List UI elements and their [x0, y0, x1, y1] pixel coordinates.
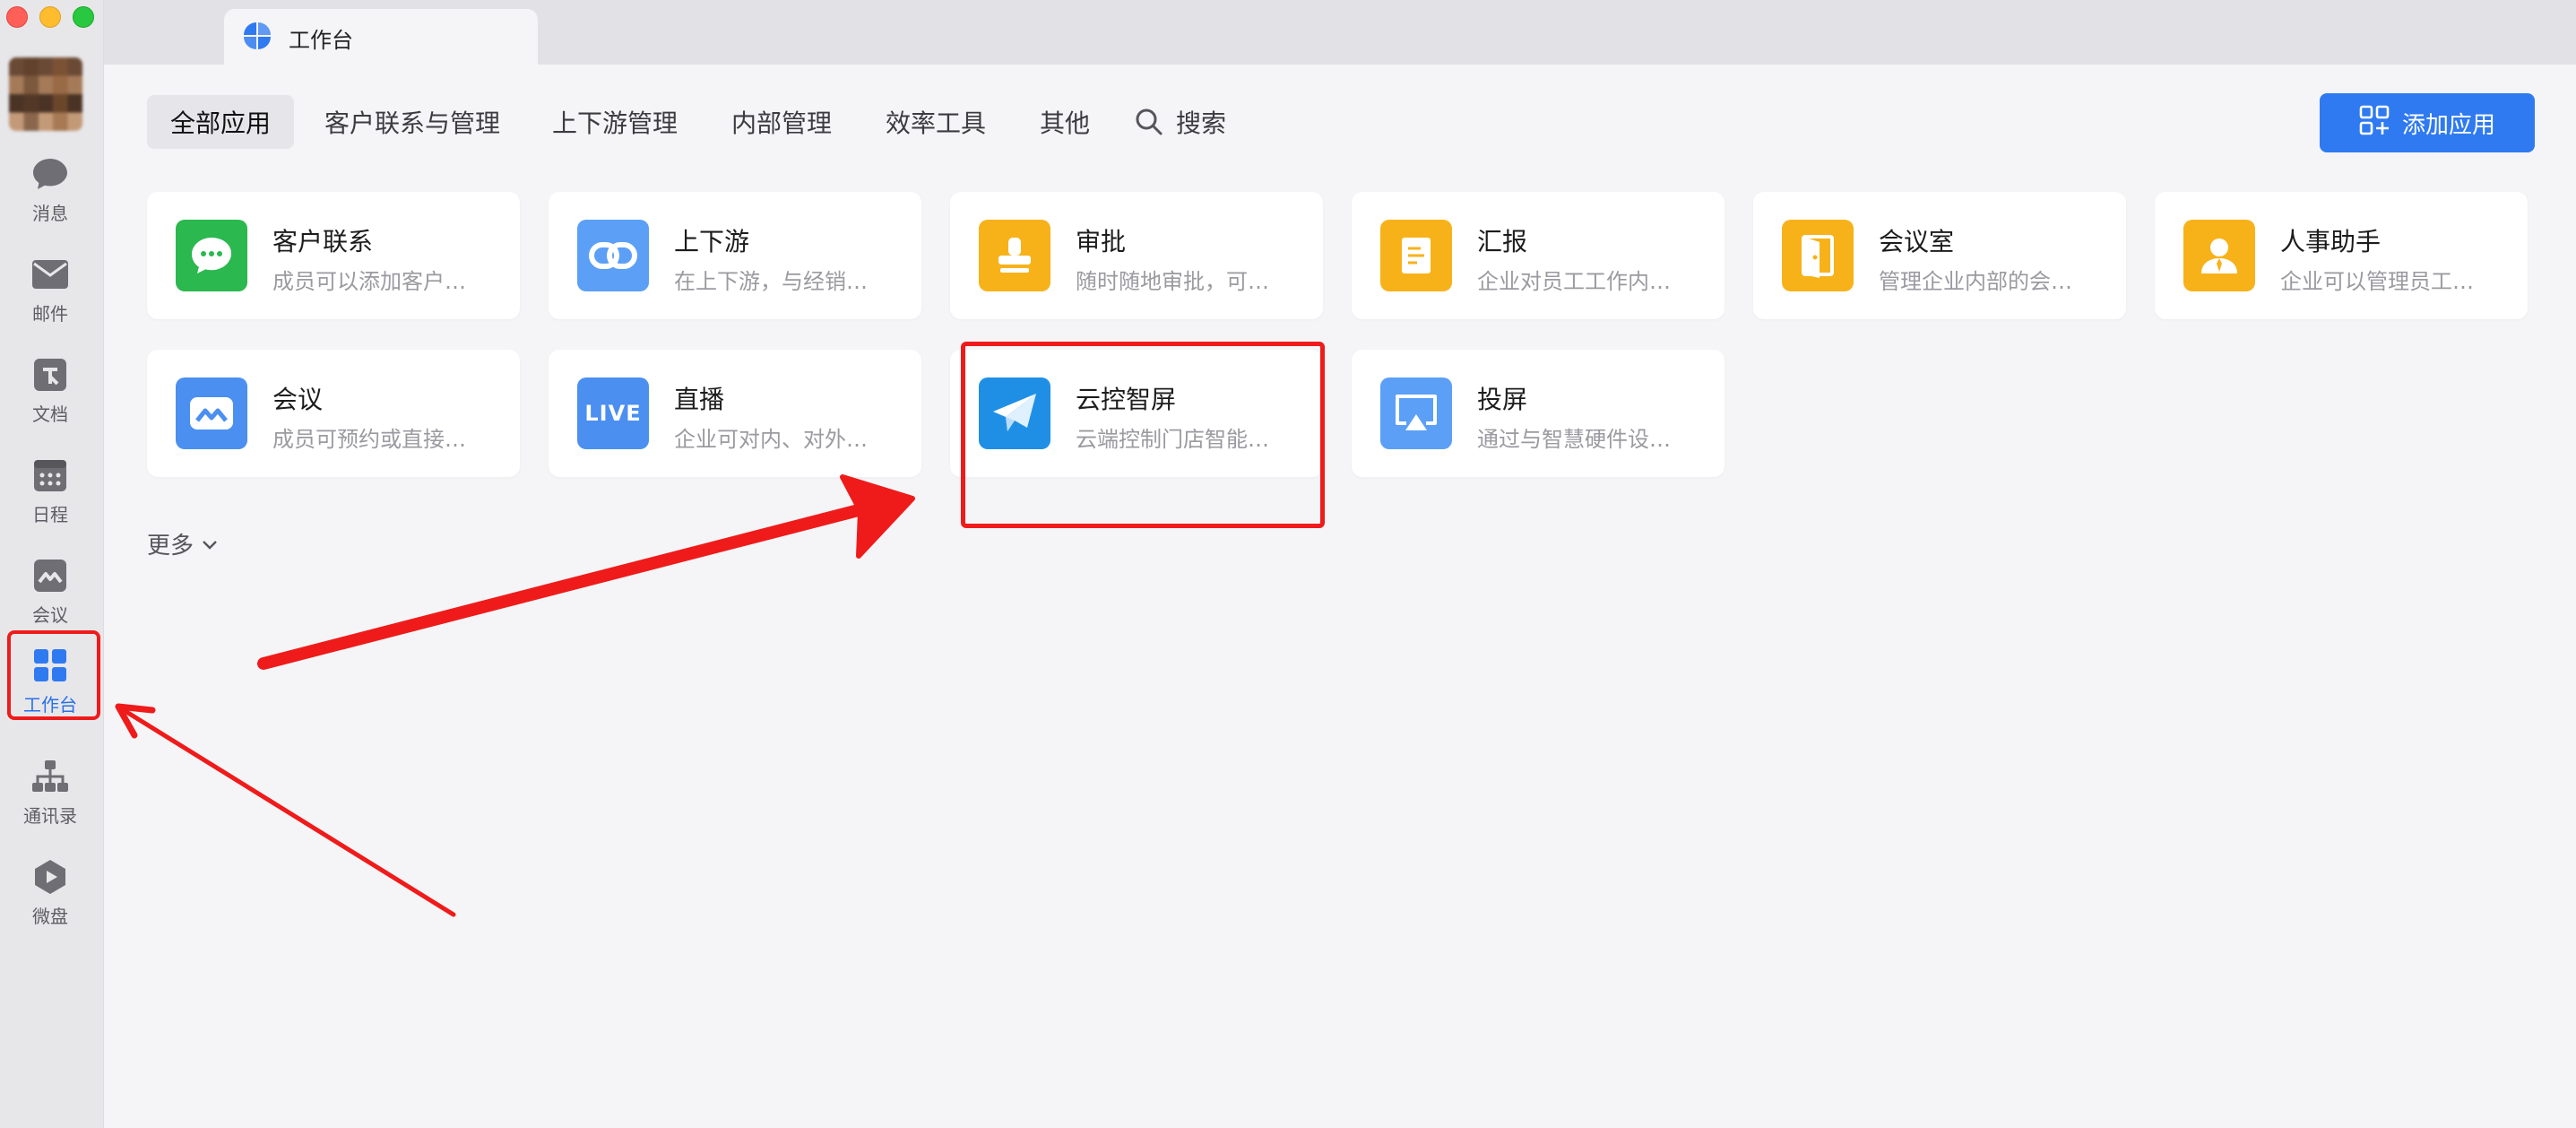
live-icon: LIVE	[577, 377, 649, 449]
left-sidebar: 消息 邮件 文档 日程 会议 工作台 通讯录 微盘	[0, 0, 104, 1128]
search-button[interactable]: 搜索	[1176, 95, 1226, 149]
mail-icon	[30, 255, 70, 294]
category-efficiency[interactable]: 效率工具	[886, 95, 986, 149]
category-upstream[interactable]: 上下游管理	[552, 95, 678, 149]
add-app-button[interactable]: 添加应用	[2320, 93, 2535, 152]
meeting-logo-icon	[176, 377, 247, 449]
app-description: 企业对员工工作内…	[1477, 269, 1671, 294]
sidebar-item-label: 邮件	[32, 303, 68, 325]
workbench-logo-icon	[242, 21, 272, 55]
app-name: 审批	[1076, 227, 1127, 256]
app-name: 会议室	[1879, 227, 1955, 256]
add-grid-icon	[2359, 105, 2402, 142]
chain-link-icon	[577, 220, 649, 291]
annotation-highlight-cloud-screen	[961, 342, 1325, 528]
app-card-screen-cast[interactable]: 投屏 通过与智慧硬件设…	[1352, 350, 1725, 477]
avatar[interactable]	[9, 57, 82, 131]
annotation-highlight-workbench	[7, 630, 100, 720]
more-toggle[interactable]: 更多	[147, 527, 219, 560]
app-name: 人事助手	[2280, 227, 2382, 256]
sidebar-item-contacts[interactable]: 通讯录	[0, 746, 100, 836]
sidebar-item-drive[interactable]: 微盘	[0, 846, 100, 936]
drive-icon	[30, 857, 70, 897]
window-minimize-button[interactable]	[39, 6, 61, 28]
app-card-live[interactable]: LIVE 直播 企业可对内、对外…	[549, 350, 921, 477]
sidebar-item-meeting[interactable]: 会议	[0, 545, 100, 635]
annotation-arrows	[115, 474, 915, 917]
app-name: 投屏	[1477, 385, 1528, 414]
app-name: 上下游	[674, 227, 750, 256]
annotation-arrow-to-sidebar	[115, 703, 456, 917]
app-description: 企业可以管理员工…	[2280, 269, 2474, 294]
report-icon	[1380, 220, 1452, 291]
app-card-report[interactable]: 汇报 企业对员工工作内…	[1352, 192, 1725, 319]
more-label: 更多	[147, 533, 194, 560]
app-card-hr-assistant[interactable]: 人事助手 企业可以管理员工…	[2155, 192, 2528, 319]
app-description: 成员可以添加客户…	[272, 269, 466, 294]
app-description: 成员可预约或直接…	[272, 427, 466, 452]
sidebar-item-mail[interactable]: 邮件	[0, 244, 100, 334]
screen-cast-icon	[1380, 377, 1452, 449]
sidebar-item-label: 日程	[32, 504, 68, 525]
sidebar-item-label: 微盘	[32, 906, 68, 927]
app-card-meeting-room[interactable]: 会议室 管理企业内部的会…	[1753, 192, 2126, 319]
chat-bubble-icon	[30, 154, 70, 194]
search-icon[interactable]	[1135, 108, 1163, 136]
meeting-icon	[30, 556, 70, 595]
tab-workbench[interactable]: 工作台	[224, 9, 538, 66]
app-description: 管理企业内部的会…	[1879, 269, 2072, 294]
app-card-meeting[interactable]: 会议 成员可预约或直接…	[147, 350, 520, 477]
app-name: 直播	[674, 385, 725, 414]
sidebar-item-calendar[interactable]: 日程	[0, 445, 100, 534]
sidebar-item-label: 通讯录	[23, 805, 77, 827]
wechat-bubble-icon	[176, 220, 247, 291]
stamp-icon	[979, 220, 1050, 291]
add-app-label: 添加应用	[2401, 111, 2495, 139]
app-name: 会议	[272, 385, 324, 414]
app-card-approval[interactable]: 审批 随时随地审批，可…	[950, 192, 1323, 319]
document-icon	[30, 355, 70, 395]
annotation-arrow-to-app	[257, 474, 915, 670]
app-card-upstream[interactable]: 上下游 在上下游，与经销…	[549, 192, 921, 319]
person-icon	[2183, 220, 2255, 291]
sidebar-item-docs[interactable]: 文档	[0, 344, 100, 434]
tab-bar: 工作台	[104, 0, 2576, 66]
app-name: 客户联系	[272, 227, 374, 256]
sidebar-item-label: 文档	[32, 403, 68, 425]
category-other[interactable]: 其他	[1040, 95, 1090, 149]
sidebar-item-label: 会议	[32, 604, 68, 626]
app-name: 汇报	[1477, 227, 1528, 256]
category-customer[interactable]: 客户联系与管理	[324, 95, 500, 149]
category-all-apps[interactable]: 全部应用	[147, 95, 295, 149]
category-internal[interactable]: 内部管理	[731, 95, 832, 149]
app-card-customer-contact[interactable]: 客户联系 成员可以添加客户…	[147, 192, 520, 319]
app-description: 通过与智慧硬件设…	[1477, 427, 1671, 452]
chevron-down-icon	[194, 531, 219, 558]
sidebar-item-messages[interactable]: 消息	[0, 143, 100, 233]
sidebar-item-label: 消息	[32, 203, 68, 224]
calendar-icon	[30, 456, 70, 495]
org-chart-icon	[30, 757, 70, 796]
app-description: 随时随地审批，可…	[1076, 269, 1269, 294]
door-icon	[1782, 220, 1854, 291]
app-description: 企业可对内、对外…	[674, 427, 868, 452]
app-description: 在上下游，与经销…	[674, 269, 868, 294]
window-zoom-button[interactable]	[73, 6, 94, 28]
window-close-button[interactable]	[6, 6, 28, 28]
tab-title: 工作台	[289, 27, 353, 53]
